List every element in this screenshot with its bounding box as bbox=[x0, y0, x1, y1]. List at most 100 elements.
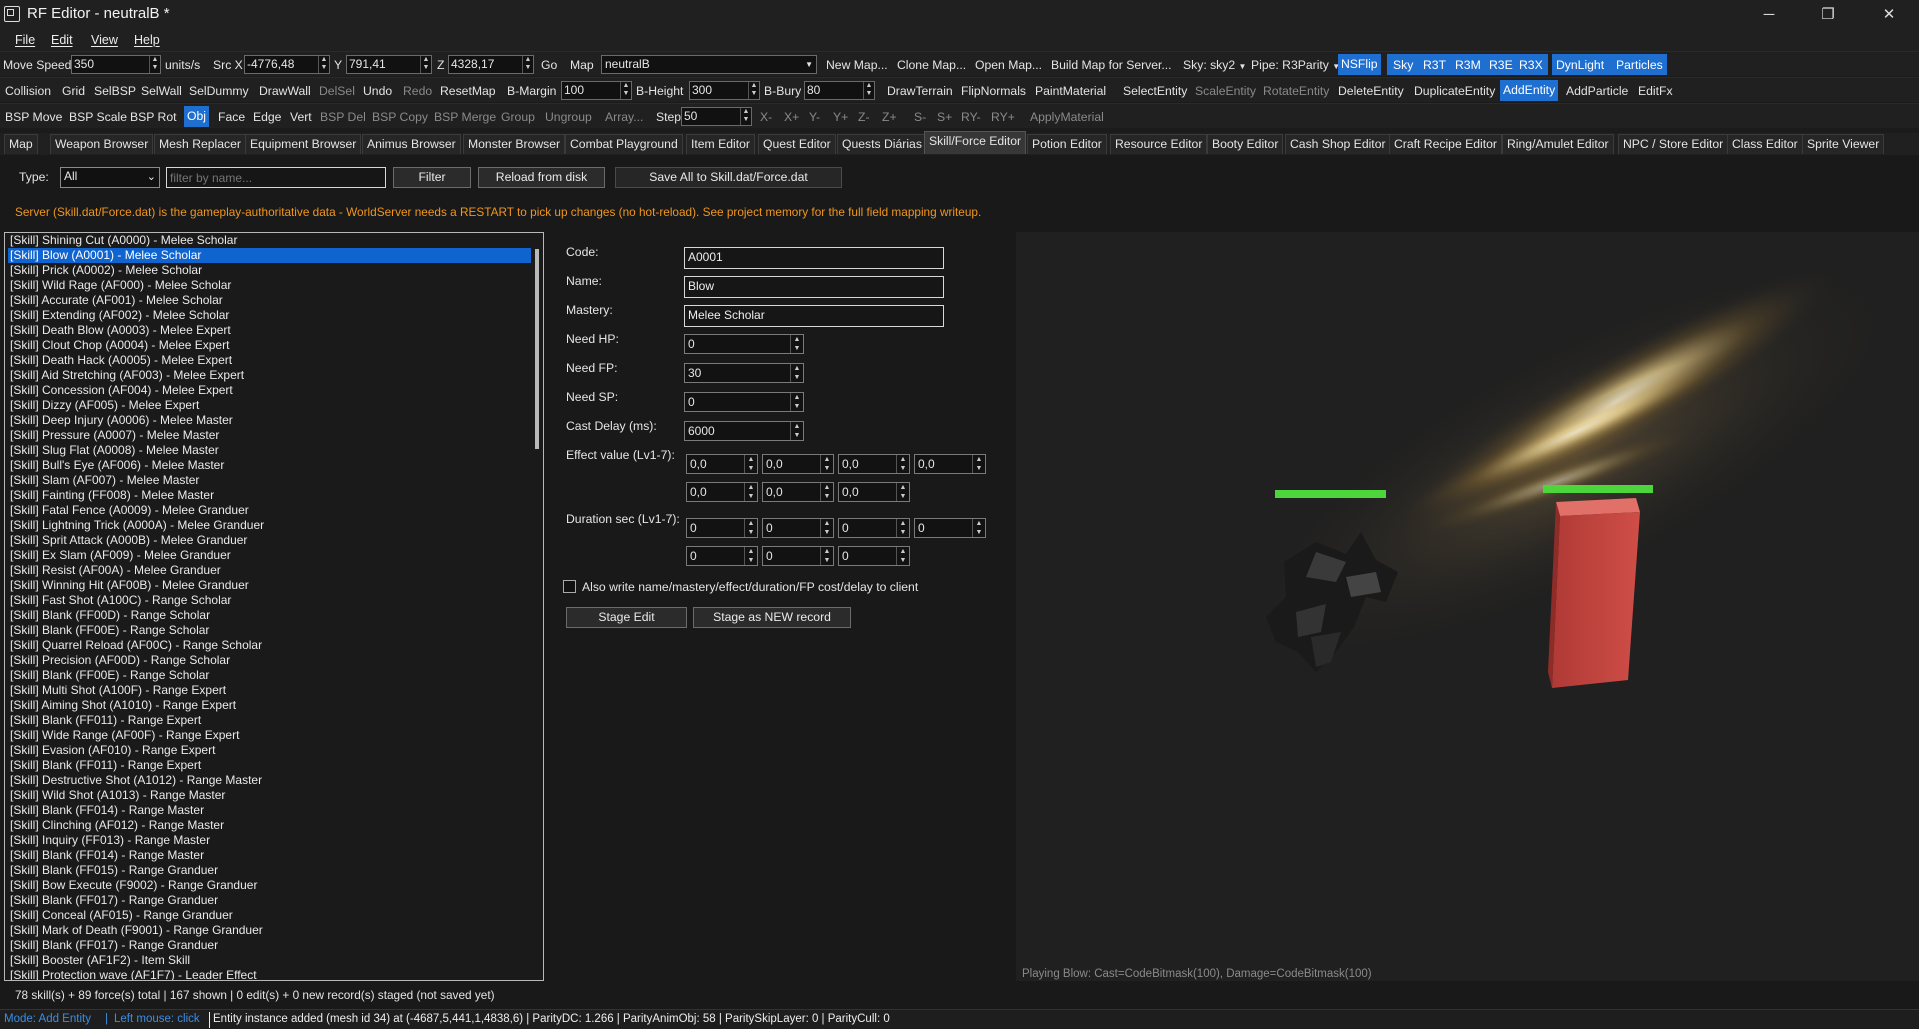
nsflip-toggle[interactable]: NSFlip bbox=[1338, 54, 1381, 75]
effect-lv2-field[interactable]: 0,0 ▲ ▼ bbox=[762, 454, 834, 474]
sky-dropdown[interactable]: Sky: sky2 ▼ bbox=[1183, 58, 1246, 72]
skill-list-item[interactable]: [Skill] Prick (A0002) - Melee Scholar bbox=[8, 263, 531, 278]
skill-list-item[interactable]: [Skill] Quarrel Reload (AF00C) - Range S… bbox=[8, 638, 531, 653]
array-button[interactable]: Array... bbox=[605, 110, 643, 124]
tab-combat-playground[interactable]: Combat Playground bbox=[565, 134, 683, 154]
skill-list-item[interactable]: [Skill] Blank (FF011) - Range Expert bbox=[8, 713, 531, 728]
skill-list-item[interactable]: [Skill] Precision (AF00D) - Range Schola… bbox=[8, 653, 531, 668]
src-x-input[interactable]: -4776,48 ▲ ▼ bbox=[244, 55, 330, 74]
skill-list-item[interactable]: [Skill] Blank (FF017) - Range Granduer bbox=[8, 938, 531, 953]
skill-list-item[interactable]: [Skill] Clinching (AF012) - Range Master bbox=[8, 818, 531, 833]
spin-arrows-icon[interactable]: ▲ ▼ bbox=[820, 483, 833, 501]
skill-list-item[interactable]: [Skill] Fatal Fence (A0009) - Melee Gran… bbox=[8, 503, 531, 518]
spin-arrows-icon[interactable]: ▲ ▼ bbox=[790, 393, 803, 411]
effect-lv6-field[interactable]: 0,0 ▲ ▼ bbox=[762, 482, 834, 502]
skill-list-item[interactable]: [Skill] Deep Injury (A0006) - Melee Mast… bbox=[8, 413, 531, 428]
spin-arrows-icon[interactable]: ▲ ▼ bbox=[740, 108, 751, 125]
skill-list-item[interactable]: [Skill] Booster (AF1F2) - Item Skill bbox=[8, 953, 531, 968]
spin-arrows-icon[interactable]: ▲ ▼ bbox=[972, 519, 985, 537]
skill-list-item[interactable]: [Skill] Mark of Death (F9001) - Range Gr… bbox=[8, 923, 531, 938]
tab-monster-browser[interactable]: Monster Browser bbox=[463, 134, 566, 154]
skill-list-item[interactable]: [Skill] Slam (AF007) - Melee Master bbox=[8, 473, 531, 488]
skill-list-item[interactable]: [Skill] Wild Rage (AF000) - Melee Schola… bbox=[8, 278, 531, 293]
skill-list-item[interactable]: [Skill] Wild Shot (A1013) - Range Master bbox=[8, 788, 531, 803]
need-sp-field[interactable]: 0 ▲ ▼ bbox=[684, 392, 804, 412]
skill-list-item[interactable]: [Skill] Blank (FF015) - Range Granduer bbox=[8, 863, 531, 878]
spin-arrows-icon[interactable]: ▲ ▼ bbox=[896, 483, 909, 501]
skill-list-item[interactable]: [Skill] Blow (A0001) - Melee Scholar bbox=[8, 248, 531, 263]
step-input[interactable]: 50 ▲ ▼ bbox=[681, 107, 752, 126]
skill-list-item[interactable]: [Skill] Blank (FF011) - Range Expert bbox=[8, 758, 531, 773]
filter-name-input[interactable] bbox=[166, 167, 386, 188]
tab-cash-shop-editor[interactable]: Cash Shop Editor bbox=[1285, 134, 1391, 154]
skill-list-item[interactable]: [Skill] Conceal (AF015) - Range Granduer bbox=[8, 908, 531, 923]
menu-help[interactable]: Help bbox=[134, 33, 160, 47]
selectentity-button[interactable]: SelectEntity bbox=[1123, 84, 1187, 98]
skill-list-item[interactable]: [Skill] Blank (FF00E) - Range Scholar bbox=[8, 668, 531, 683]
stage-new-record-button[interactable]: Stage as NEW record bbox=[693, 607, 851, 628]
tab-mesh-replacer[interactable]: Mesh Replacer bbox=[154, 134, 246, 154]
tab-item-editor[interactable]: Item Editor bbox=[686, 134, 755, 154]
skill-list-item[interactable]: [Skill] Blank (FF017) - Range Granduer bbox=[8, 893, 531, 908]
duration-lv6-field[interactable]: 0 ▲ ▼ bbox=[762, 546, 834, 566]
name-field[interactable]: Blow bbox=[684, 276, 944, 298]
spin-arrows-icon[interactable]: ▲ ▼ bbox=[744, 547, 757, 565]
spin-arrows-icon[interactable]: ▲ ▼ bbox=[790, 335, 803, 353]
reload-from-disk-button[interactable]: Reload from disk bbox=[478, 167, 605, 188]
duration-lv5-field[interactable]: 0 ▲ ▼ bbox=[686, 546, 758, 566]
r3t-toggle[interactable]: R3T bbox=[1423, 58, 1446, 72]
r3m-toggle[interactable]: R3M bbox=[1455, 58, 1481, 72]
effect-lv1-field[interactable]: 0,0 ▲ ▼ bbox=[686, 454, 758, 474]
src-y-input[interactable]: 791,41 ▲ ▼ bbox=[346, 55, 432, 74]
editfx-button[interactable]: EditFx bbox=[1638, 84, 1673, 98]
skill-list-item[interactable]: [Skill] Blank (FF00E) - Range Scholar bbox=[8, 623, 531, 638]
drawterrain-button[interactable]: DrawTerrain bbox=[887, 84, 953, 98]
grid-toggle[interactable]: Grid bbox=[62, 84, 85, 98]
filter-button[interactable]: Filter bbox=[393, 167, 471, 188]
z-minus-button[interactable]: Z- bbox=[858, 110, 870, 124]
scale-minus-button[interactable]: S- bbox=[914, 110, 926, 124]
skill-list-item[interactable]: [Skill] Sprit Attack (A000B) - Melee Gra… bbox=[8, 533, 531, 548]
stage-edit-button[interactable]: Stage Edit bbox=[566, 607, 687, 628]
tab-resource-editor[interactable]: Resource Editor bbox=[1110, 134, 1208, 154]
seldummy-button[interactable]: SelDummy bbox=[189, 84, 249, 98]
also-write-checkbox[interactable] bbox=[563, 580, 576, 593]
skill-list-item[interactable]: [Skill] Accurate (AF001) - Melee Scholar bbox=[8, 293, 531, 308]
face-mode-button[interactable]: Face bbox=[218, 110, 245, 124]
mastery-field[interactable]: Melee Scholar bbox=[684, 305, 944, 327]
maximize-button[interactable]: ❐ bbox=[1805, 0, 1851, 30]
obj-mode-toggle[interactable]: Obj bbox=[184, 106, 209, 127]
skill-list-item[interactable]: [Skill] Wide Range (AF00F) - Range Exper… bbox=[8, 728, 531, 743]
group-button[interactable]: Group bbox=[501, 110, 535, 124]
skill-list-item[interactable]: [Skill] Death Blow (A0003) - Melee Exper… bbox=[8, 323, 531, 338]
bsp-move-button[interactable]: BSP Move bbox=[5, 110, 62, 124]
y-plus-button[interactable]: Y+ bbox=[833, 110, 848, 124]
spin-arrows-icon[interactable]: ▲ ▼ bbox=[318, 56, 329, 73]
map-select[interactable]: neutralB ▼ bbox=[601, 55, 817, 74]
skill-list-item[interactable]: [Skill] Evasion (AF010) - Range Expert bbox=[8, 743, 531, 758]
tab-booty-editor[interactable]: Booty Editor bbox=[1207, 134, 1284, 154]
selbsp-button[interactable]: SelBSP bbox=[94, 84, 136, 98]
bsp-scale-button[interactable]: BSP Scale bbox=[69, 110, 127, 124]
clone-map-button[interactable]: Clone Map... bbox=[897, 58, 966, 72]
drawwall-button[interactable]: DrawWall bbox=[259, 84, 311, 98]
spin-arrows-icon[interactable]: ▲ ▼ bbox=[744, 519, 757, 537]
bmargin-input[interactable]: 100 ▲ ▼ bbox=[561, 81, 632, 100]
spin-arrows-icon[interactable]: ▲ ▼ bbox=[790, 364, 803, 382]
r3e-toggle[interactable]: R3E bbox=[1489, 58, 1513, 72]
z-plus-button[interactable]: Z+ bbox=[882, 110, 897, 124]
menu-edit[interactable]: Edit bbox=[51, 33, 73, 47]
ungroup-button[interactable]: Ungroup bbox=[545, 110, 592, 124]
skill-list-item[interactable]: [Skill] Inquiry (FF013) - Range Master bbox=[8, 833, 531, 848]
skill-list-item[interactable]: [Skill] Pressure (A0007) - Melee Master bbox=[8, 428, 531, 443]
menu-file[interactable]: File bbox=[15, 33, 35, 47]
addparticle-button[interactable]: AddParticle bbox=[1566, 84, 1628, 98]
r3x-toggle[interactable]: R3X bbox=[1519, 58, 1543, 72]
tab-quests-diarias[interactable]: Quests Diárias bbox=[837, 134, 927, 154]
move-speed-input[interactable]: 350 ▲ ▼ bbox=[71, 55, 161, 74]
spin-arrows-icon[interactable]: ▲ ▼ bbox=[896, 455, 909, 473]
skill-list-item[interactable]: [Skill] Destructive Shot (A1012) - Range… bbox=[8, 773, 531, 788]
duration-lv2-field[interactable]: 0 ▲ ▼ bbox=[762, 518, 834, 538]
skill-list-item[interactable]: [Skill] Resist (AF00A) - Melee Granduer bbox=[8, 563, 531, 578]
spin-arrows-icon[interactable]: ▲ ▼ bbox=[972, 455, 985, 473]
